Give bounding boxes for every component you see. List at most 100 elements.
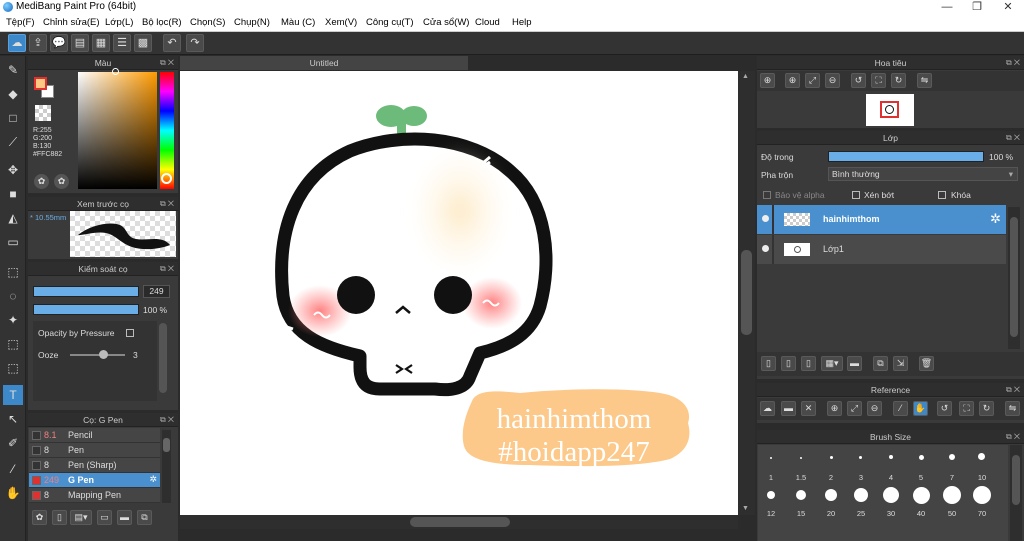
document-icon[interactable]: ▦ bbox=[92, 34, 110, 52]
rotate-left-icon[interactable]: ↺ bbox=[851, 73, 866, 88]
add-brush-icon[interactable]: ✿ bbox=[32, 510, 47, 525]
panel-expand-icon[interactable]: ⧉ ✕ bbox=[160, 56, 174, 70]
menu-file[interactable]: Tệp(F) bbox=[6, 17, 35, 28]
redo-icon[interactable]: ↷ bbox=[186, 34, 204, 52]
panel-expand-icon[interactable]: ⧉ ✕ bbox=[1006, 131, 1020, 145]
brush-doc-icon[interactable]: ▭ bbox=[97, 510, 112, 525]
new-layer-1bit-icon[interactable]: ▯ bbox=[801, 356, 816, 371]
upload-icon[interactable]: ⇪ bbox=[29, 34, 47, 52]
drawing-canvas[interactable]: hainhimthom #hoidapp247 bbox=[180, 71, 738, 515]
flip-icon[interactable]: ⇋ bbox=[917, 73, 932, 88]
select-tool-icon[interactable]: ⬚ bbox=[3, 262, 23, 282]
zoom-out-icon[interactable]: ⊖ bbox=[825, 73, 840, 88]
canvas-tab[interactable]: Untitled bbox=[180, 56, 468, 70]
reference-close-icon[interactable]: ✕ bbox=[801, 401, 816, 416]
maximize-button[interactable]: ❐ bbox=[962, 0, 992, 15]
foreground-color-swatch-front[interactable] bbox=[34, 77, 47, 90]
menu-color[interactable]: Màu (C) bbox=[281, 17, 315, 28]
protect-alpha-checkbox[interactable] bbox=[763, 191, 771, 199]
panel-expand-icon[interactable]: ⧉ ✕ bbox=[1006, 430, 1020, 444]
panel-expand-icon[interactable]: ⧉ ✕ bbox=[160, 262, 174, 276]
hue-handle[interactable] bbox=[161, 173, 172, 184]
canvas-vertical-scroll-thumb[interactable] bbox=[741, 250, 752, 335]
reference-cloud-icon[interactable]: ☁ bbox=[760, 401, 775, 416]
brush-size-slider[interactable] bbox=[33, 286, 139, 297]
brush-item-mapping-pen[interactable]: 8 Mapping Pen bbox=[29, 488, 160, 503]
layer-opacity-slider[interactable] bbox=[828, 151, 984, 162]
panel-expand-icon[interactable]: ⧉ ✕ bbox=[1006, 56, 1020, 70]
menu-layer[interactable]: Lớp(L) bbox=[105, 17, 133, 28]
divide-tool-icon[interactable]: ✐ bbox=[3, 433, 23, 453]
opacity-pressure-checkbox[interactable] bbox=[126, 329, 134, 337]
reference-fit-icon[interactable]: ⤢ bbox=[847, 401, 862, 416]
eyedropper-tool-icon[interactable]: ⁄ bbox=[3, 459, 23, 479]
menu-view[interactable]: Xem(V) bbox=[325, 17, 357, 28]
magic-wand-icon[interactable]: ✦ bbox=[3, 310, 23, 330]
palette-settings-icon[interactable]: ✿ bbox=[54, 174, 69, 189]
brush-menu-icon[interactable]: ▤▾ bbox=[70, 510, 92, 525]
ooze-slider[interactable] bbox=[70, 354, 125, 356]
zoom-in-icon[interactable]: ⊕ bbox=[760, 73, 775, 88]
gradient-tool-icon[interactable]: ▭ bbox=[3, 232, 23, 252]
lock-checkbox[interactable] bbox=[938, 191, 946, 199]
grid-icon[interactable]: ▩ bbox=[134, 34, 152, 52]
list-icon[interactable]: ☰ bbox=[113, 34, 131, 52]
reference-flip-icon[interactable]: ⇋ bbox=[1005, 401, 1020, 416]
reference-eyedropper-icon[interactable]: ⁄ bbox=[893, 401, 908, 416]
canvas-horizontal-scroll-thumb[interactable] bbox=[410, 517, 510, 527]
layer-visibility-icon[interactable] bbox=[762, 215, 769, 222]
reference-rotate-left-icon[interactable]: ↺ bbox=[937, 401, 952, 416]
undo-icon[interactable]: ↶ bbox=[163, 34, 181, 52]
move-tool-icon[interactable]: ✥ bbox=[3, 160, 23, 180]
delete-layer-icon[interactable]: 🗑 bbox=[919, 356, 934, 371]
reference-rotate-right-icon[interactable]: ↻ bbox=[979, 401, 994, 416]
comment-icon[interactable]: 💬 bbox=[50, 34, 68, 52]
new-folder-icon[interactable]: ▬ bbox=[847, 356, 862, 371]
fill-tool-icon[interactable]: ◭ bbox=[3, 208, 23, 228]
duplicate-layer-icon[interactable]: ⧉ bbox=[873, 356, 888, 371]
brush-opacity-slider[interactable] bbox=[33, 304, 139, 315]
palette-icon[interactable]: ✿ bbox=[34, 174, 49, 189]
chat-icon[interactable]: ▤ bbox=[71, 34, 89, 52]
new-halftone-layer-icon[interactable]: ▦▾ bbox=[821, 356, 843, 371]
fullscreen-icon[interactable]: ⛶ bbox=[871, 73, 886, 88]
brush-item-g-pen[interactable]: 249 G Pen ✲ bbox=[29, 473, 160, 488]
rotate-right-icon[interactable]: ↻ bbox=[891, 73, 906, 88]
brush-tool-icon[interactable]: ✎ bbox=[3, 60, 23, 80]
picker-cursor[interactable] bbox=[112, 68, 119, 75]
fit-icon[interactable]: ⤢ bbox=[805, 73, 820, 88]
reference-fullscreen-icon[interactable]: ⛶ bbox=[959, 401, 974, 416]
new-layer-icon[interactable]: ▯ bbox=[761, 356, 776, 371]
panel-expand-icon[interactable]: ⧉ ✕ bbox=[160, 197, 174, 211]
zoom-in-2-icon[interactable]: ⊕ bbox=[785, 73, 800, 88]
menu-tools[interactable]: Công cụ(T) bbox=[366, 17, 414, 28]
reference-zoom-out-icon[interactable]: ⊖ bbox=[867, 401, 882, 416]
reference-open-icon[interactable]: ▬ bbox=[781, 401, 796, 416]
panel-expand-icon[interactable]: ⧉ ✕ bbox=[160, 413, 174, 427]
blur-tool-icon[interactable]: ⟋ bbox=[3, 132, 23, 152]
clipping-checkbox[interactable] bbox=[852, 191, 860, 199]
brush-size-scrollbar[interactable] bbox=[1010, 445, 1022, 541]
menu-cloud[interactable]: Cloud bbox=[475, 17, 500, 28]
ooze-handle[interactable] bbox=[99, 350, 108, 359]
select-eraser-icon[interactable]: ⬚ bbox=[3, 358, 23, 378]
merge-layer-icon[interactable]: ⇲ bbox=[893, 356, 908, 371]
scroll-down-icon[interactable]: ▼ bbox=[742, 505, 749, 512]
menu-select[interactable]: Chọn(S) bbox=[190, 17, 225, 28]
select-pen-icon[interactable]: ⬚ bbox=[3, 334, 23, 354]
brush-options-scrollbar[interactable] bbox=[159, 323, 167, 393]
layers-scrollbar[interactable] bbox=[1008, 207, 1020, 349]
hue-slider[interactable] bbox=[160, 72, 174, 189]
rect-tool-icon[interactable]: ■ bbox=[3, 184, 23, 204]
cloud-icon[interactable]: ☁ bbox=[8, 34, 26, 52]
menu-window[interactable]: Cửa sổ(W) bbox=[423, 17, 469, 28]
scroll-up-icon[interactable]: ▲ bbox=[742, 73, 749, 80]
hand-tool-icon[interactable]: ✋ bbox=[3, 483, 23, 503]
operation-tool-icon[interactable]: ↖ bbox=[3, 409, 23, 429]
brush-copy-icon[interactable]: ⧉ bbox=[137, 510, 152, 525]
layer-row-hainhimthom[interactable]: hainhimthom ✲ bbox=[757, 205, 1006, 234]
reference-zoom-in-icon[interactable]: ⊕ bbox=[827, 401, 842, 416]
minimize-button[interactable]: — bbox=[932, 0, 962, 15]
brush-settings-gear-icon[interactable]: ✲ bbox=[149, 474, 157, 485]
blend-mode-select[interactable]: Bình thường ▾ bbox=[828, 167, 1018, 181]
